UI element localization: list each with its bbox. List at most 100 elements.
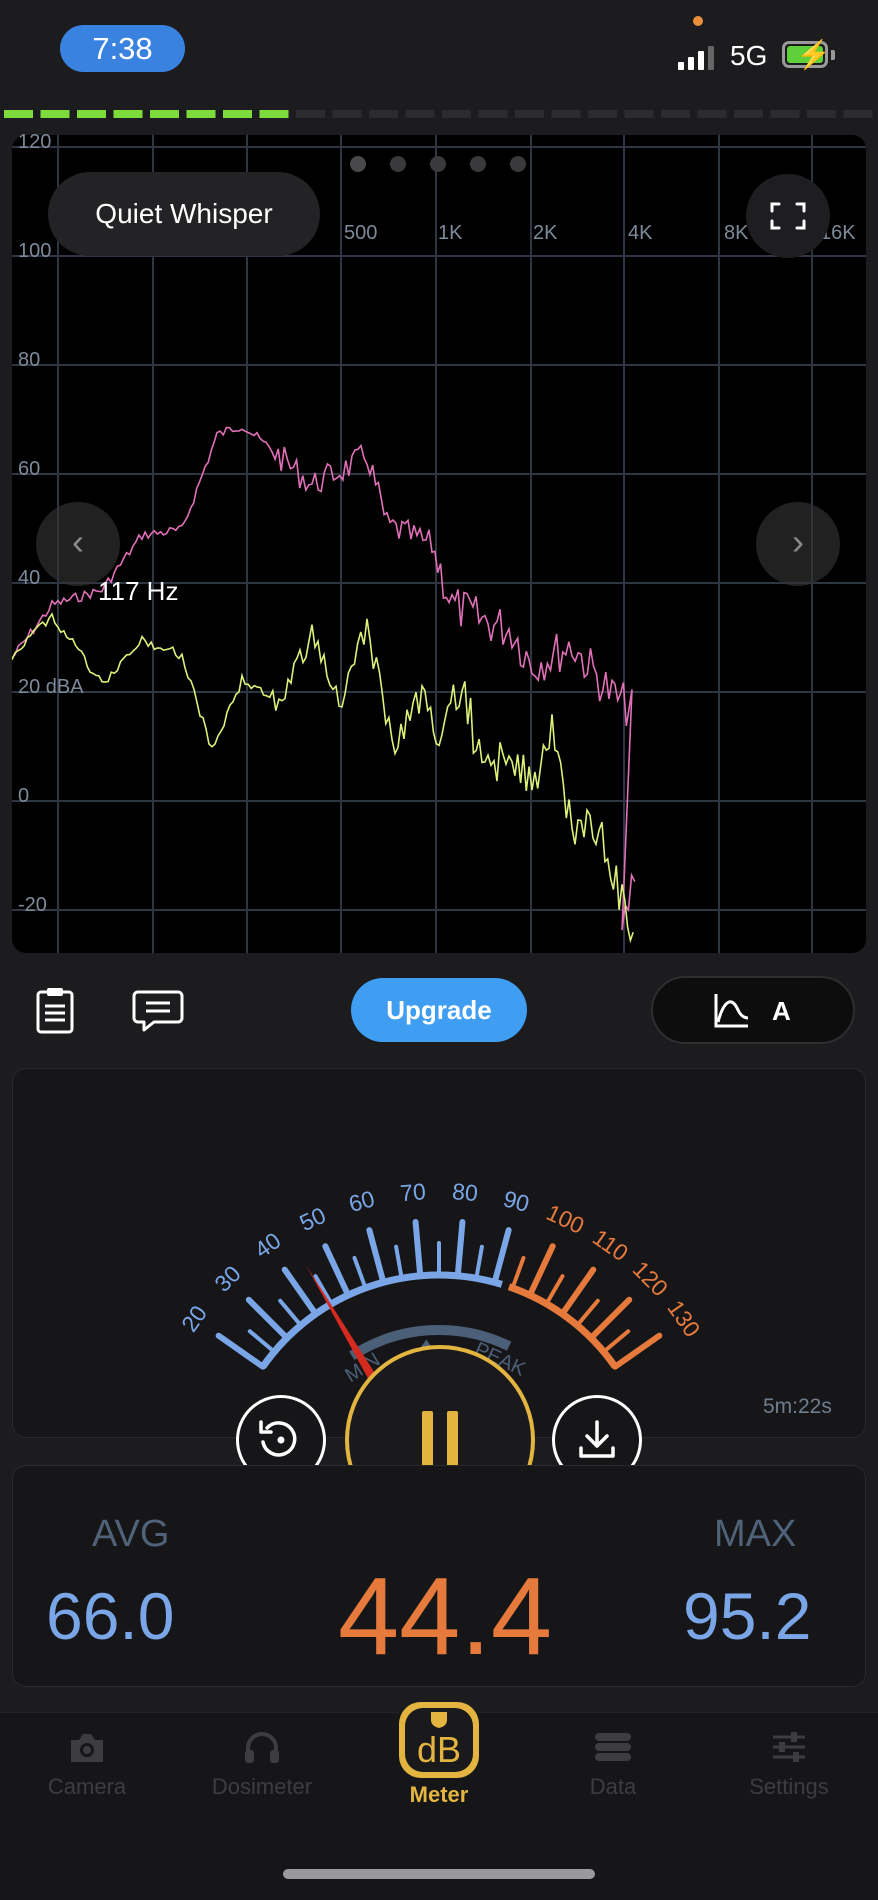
charging-bolt-icon: ⚡ [796,39,831,70]
tab-meter[interactable]: dB Meter [364,1700,514,1808]
upgrade-button[interactable]: Upgrade [351,978,527,1042]
level-segment [259,110,289,118]
gauge-tick [575,1298,600,1328]
page-dot[interactable] [390,156,406,172]
gauge-scale-label: 120 [628,1256,674,1302]
level-segment [442,110,471,118]
camera-icon [71,1734,103,1762]
tab-settings-label: Settings [749,1774,829,1799]
gauge-scale-label: 90 [501,1185,532,1217]
level-meter-strip [4,110,873,118]
tab-meter-label: Meter [409,1782,469,1807]
level-segment [369,110,398,118]
level-segment [734,110,763,118]
x-tick-label: 4K [628,222,653,244]
gauge-tick [601,1329,631,1354]
database-icon [595,1733,631,1761]
tab-camera[interactable]: Camera [12,1730,162,1800]
level-segment [478,110,508,118]
level-segment [4,110,33,118]
level-segment [405,110,435,118]
gauge-tick [352,1255,368,1290]
gauge-tick [559,1266,597,1317]
fullscreen-button[interactable] [746,174,830,258]
level-segment [807,110,836,118]
y-tick-label: -20 [18,894,47,916]
network-type: 5G [730,40,768,71]
tab-settings[interactable]: Settings [714,1730,864,1800]
gauge-tick [281,1266,319,1317]
tab-dosimeter-label: Dosimeter [211,1774,313,1799]
report-button[interactable] [28,982,84,1038]
pause-icon-bar-left [422,1411,433,1467]
elapsed-time: 5m:22s [763,1395,832,1418]
preset-selector-button[interactable]: Quiet Whisper [48,172,320,256]
gauge-tick [245,1296,290,1341]
y-tick-label: 20 dBA [18,676,84,698]
gauge-tick [394,1244,404,1281]
level-segment [551,110,581,118]
gauge-tick [454,1219,466,1279]
page-dot[interactable] [510,156,526,172]
tab-data[interactable]: Data [538,1730,688,1800]
level-segment [113,110,143,118]
level-segment [661,110,690,118]
gauge-tick [278,1298,303,1328]
gauge-tick [322,1243,352,1299]
level-segment [223,110,252,118]
gauge-tick [544,1274,565,1306]
next-chart-button[interactable]: › [756,502,840,586]
page-dot[interactable] [430,156,446,172]
comment-button[interactable] [130,982,186,1038]
expand-icon [770,202,806,230]
y-tick-label: 80 [18,349,41,371]
previous-chart-button[interactable]: ‹ [36,502,120,586]
y-tick-label: 0 [18,785,30,807]
home-indicator [283,1869,595,1879]
level-segment [843,110,873,118]
current-level-value: 44.4 [338,1555,553,1678]
gauge-tick [215,1332,266,1370]
x-tick-label: 2K [533,222,558,244]
avg-value: 66.0 [46,1579,175,1653]
gauge-tick [313,1274,334,1306]
gauge-tick [474,1244,484,1281]
level-segment [40,110,70,118]
spectrum-analyzer[interactable] [12,135,866,953]
page-indicator[interactable] [350,156,530,172]
x-tick-label: 1K [438,222,463,244]
gauge-scale-label: 50 [296,1202,330,1236]
avg-label: AVG [92,1513,170,1555]
y-tick-label: 120 [18,131,52,153]
max-label: MAX [714,1513,797,1555]
y-tick-label: 60 [18,458,41,480]
weighting-label: A [772,996,791,1026]
level-segment [624,110,654,118]
gauge-scale-label: 30 [209,1260,245,1296]
max-value: 95.2 [683,1579,812,1653]
tab-dosimeter[interactable]: Dosimeter [187,1730,337,1800]
gauge-tick [491,1227,512,1286]
page-dot[interactable] [350,156,366,172]
cellular-signal-icon [678,44,718,70]
status-time[interactable]: 7:38 [60,25,185,72]
level-segment [515,110,544,118]
gauge-scale-label: 70 [399,1178,427,1206]
clipboard-icon [36,988,74,1034]
level-segment [697,110,727,118]
gauge-tick [510,1255,526,1290]
level-segment [150,110,179,118]
gauge-scale-label: 20 [176,1301,212,1337]
x-tick-label: 500 [344,222,378,244]
pause-icon-bar-right [447,1411,458,1467]
gauge-tick [412,1219,424,1279]
curve-icon [714,994,749,1028]
battery-tip [831,50,835,60]
sliders-icon [773,1732,805,1762]
frequency-weighting-button[interactable] [651,976,855,1044]
speech-bubble-icon [132,990,184,1032]
page-dot[interactable] [470,156,486,172]
y-tick-label: 100 [18,240,52,262]
spectrum-plot [12,135,866,953]
level-segment [588,110,617,118]
